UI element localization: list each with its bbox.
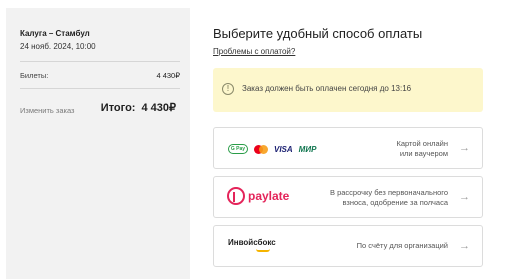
- paylate-icon: [227, 187, 245, 205]
- method-desc-line: В рассрочку без первоначального: [330, 188, 448, 197]
- invoicebox-logo: Инвойсбокс: [228, 238, 276, 252]
- total-value: 4 430₽: [141, 102, 176, 114]
- total-label: Итого:: [100, 102, 136, 114]
- invoicebox-logo-text: Инвойсбокс: [228, 238, 276, 247]
- method-desc-line: или ваучером: [399, 149, 448, 158]
- card-logos: G Pay VISA МИР: [228, 142, 316, 156]
- method-description: Картой онлайн или ваучером: [396, 139, 448, 159]
- notice-text: Заказ должен быть оплачен сегодня до 13:…: [242, 84, 412, 93]
- divider: [20, 61, 180, 62]
- payment-problems-link[interactable]: Проблемы с оплатой?: [213, 47, 295, 56]
- info-icon: !: [222, 83, 234, 95]
- order-total: Итого: 4 430₽: [101, 101, 176, 114]
- payment-method-card-online[interactable]: G Pay VISA МИР Картой онлайн или ваучеро…: [213, 127, 483, 169]
- paylate-logo: paylate: [227, 187, 289, 205]
- tickets-label: Билеты:: [20, 71, 49, 80]
- payment-deadline-notice: ! Заказ должен быть оплачен сегодня до 1…: [213, 68, 483, 112]
- payment-method-invoice[interactable]: Инвойсбокс По счёту для организаций →: [213, 225, 483, 267]
- page-title: Выберите удобный способ оплаты: [213, 26, 423, 41]
- invoicebox-logo-underline: [256, 249, 270, 252]
- method-description: По счёту для организаций: [357, 241, 448, 251]
- order-summary-panel: Калуга – Стамбул 24 нояб. 2024, 10:00 Би…: [6, 8, 190, 279]
- mastercard-logo: [254, 144, 268, 154]
- payment-method-paylate[interactable]: paylate В рассрочку без первоначального …: [213, 176, 483, 218]
- arrow-right-icon: →: [459, 142, 470, 154]
- method-desc-line: Картой онлайн: [396, 139, 448, 148]
- arrow-right-icon: →: [459, 240, 470, 252]
- google-pay-logo: G Pay: [228, 144, 248, 154]
- method-description: В рассрочку без первоначального взноса, …: [330, 188, 448, 208]
- tickets-value: 4 430₽: [156, 71, 180, 80]
- method-desc-line: По счёту для организаций: [356, 241, 448, 250]
- method-desc-line: взноса, одобрение за полчаса: [342, 198, 449, 207]
- change-order-link[interactable]: Изменить заказ: [20, 106, 75, 115]
- tickets-row: Билеты: 4 430₽: [20, 71, 180, 80]
- route-title: Калуга – Стамбул: [20, 29, 90, 38]
- mir-logo: МИР: [298, 144, 317, 154]
- divider: [20, 88, 180, 89]
- arrow-right-icon: →: [459, 191, 470, 203]
- departure-date: 24 нояб. 2024, 10:00: [20, 42, 96, 51]
- paylate-logo-text: paylate: [248, 189, 290, 203]
- visa-logo: VISA: [274, 144, 293, 154]
